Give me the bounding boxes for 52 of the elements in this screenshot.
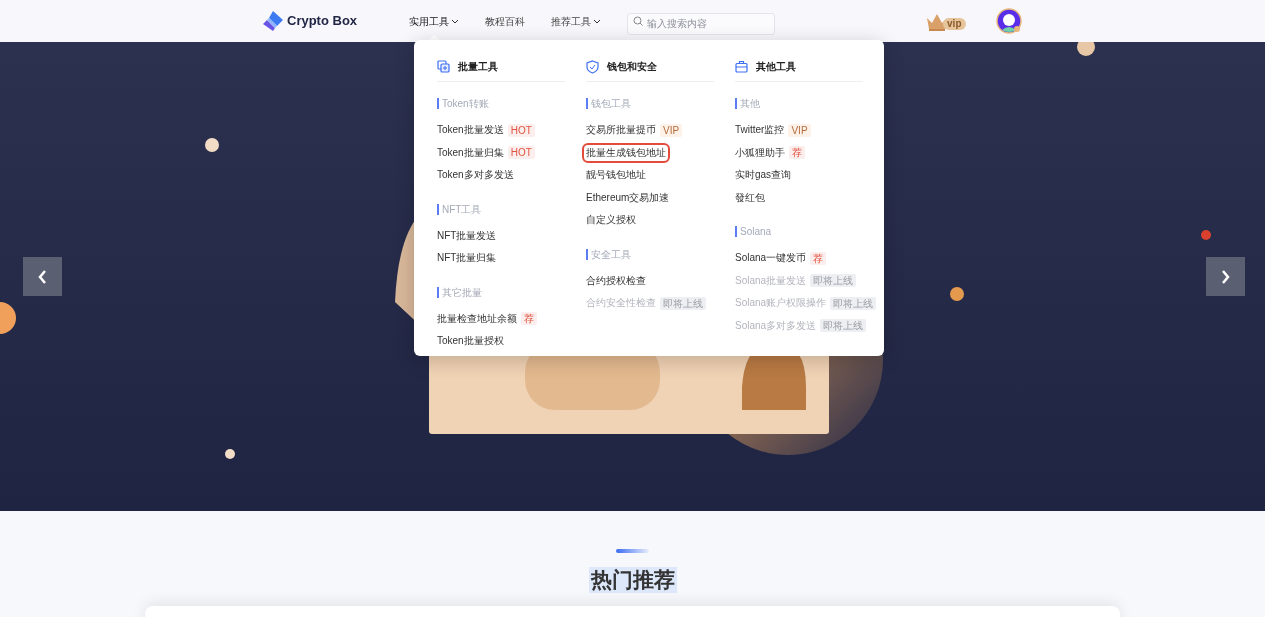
search-icon bbox=[633, 16, 644, 26]
menu-item[interactable]: Ethereum交易加速 bbox=[586, 190, 670, 205]
menu-item[interactable]: 合约授权检查 bbox=[586, 273, 646, 288]
tag: HOT bbox=[507, 146, 535, 160]
menu-item[interactable]: 靓号钱包地址 bbox=[586, 168, 646, 183]
group-title: NFT工具 bbox=[437, 203, 482, 215]
group-title: 安全工具 bbox=[586, 248, 631, 260]
copy-icon bbox=[437, 59, 450, 74]
briefcase-icon bbox=[735, 59, 748, 74]
menu-item[interactable]: 自定义授权 bbox=[586, 213, 636, 228]
menu-item[interactable]: NFT批量发送 bbox=[437, 228, 497, 243]
group-title: 钱包工具 bbox=[586, 98, 631, 109]
logo-icon bbox=[263, 11, 283, 31]
menu-item[interactable]: 批量检查地址余额 bbox=[437, 311, 517, 326]
group-title: 其他 bbox=[735, 98, 760, 109]
menu-item[interactable]: Token批量发送 bbox=[437, 123, 504, 138]
menu-item[interactable]: Solana一键发币 bbox=[735, 251, 807, 266]
nav-link[interactable]: 推荐工具 bbox=[551, 13, 602, 29]
section-title: 热门推荐 bbox=[588, 567, 677, 593]
previous-button[interactable] bbox=[23, 257, 62, 296]
tag: HOT bbox=[507, 123, 535, 137]
tag: 荐 bbox=[810, 251, 827, 265]
menu-item[interactable]: 發红包 bbox=[735, 190, 765, 205]
menu-item[interactable]: Twitter监控 bbox=[735, 123, 785, 138]
menu-item[interactable]: Token多对多发送 bbox=[437, 168, 514, 183]
chevron-right-icon bbox=[1219, 268, 1232, 285]
logo-text[interactable]: Crypto Box bbox=[287, 11, 358, 31]
menu-item[interactable]: 交易所批量提币 bbox=[586, 123, 656, 138]
menu-item[interactable]: 实时gas查询 bbox=[735, 168, 792, 183]
column-title: 钱包和安全 bbox=[607, 60, 657, 74]
column-title: 批量工具 bbox=[458, 60, 498, 74]
tag: 荐 bbox=[521, 312, 537, 326]
next-button[interactable] bbox=[1206, 257, 1245, 296]
menu-item[interactable]: 小狐狸助手 bbox=[735, 145, 785, 160]
menu-item[interactable]: Token批量归集 bbox=[437, 145, 504, 160]
menu-item[interactable]: NFT批量归集 bbox=[437, 251, 497, 266]
nav-link[interactable]: 教程百科 bbox=[485, 13, 526, 29]
group-title: 其它批量 bbox=[437, 286, 482, 298]
menu-item[interactable]: Token批量授权 bbox=[437, 334, 504, 349]
tag: 荐 bbox=[789, 146, 805, 160]
tag: VIP bbox=[788, 123, 811, 137]
shield-icon bbox=[586, 59, 599, 74]
group-title: Solana bbox=[735, 226, 772, 237]
search-field[interactable]: 输入搜索内容 bbox=[627, 12, 776, 35]
group-title: Token转账 bbox=[437, 98, 489, 109]
menu-item[interactable]: 批量生成钱包地址 bbox=[585, 145, 667, 160]
avatar[interactable] bbox=[995, 8, 1022, 34]
column-title: 其他工具 bbox=[756, 60, 796, 74]
accent-bar bbox=[616, 549, 649, 553]
tag: VIP bbox=[660, 123, 683, 137]
vip-badge[interactable]: vip bbox=[943, 18, 966, 30]
chevron-left-icon bbox=[36, 268, 49, 285]
